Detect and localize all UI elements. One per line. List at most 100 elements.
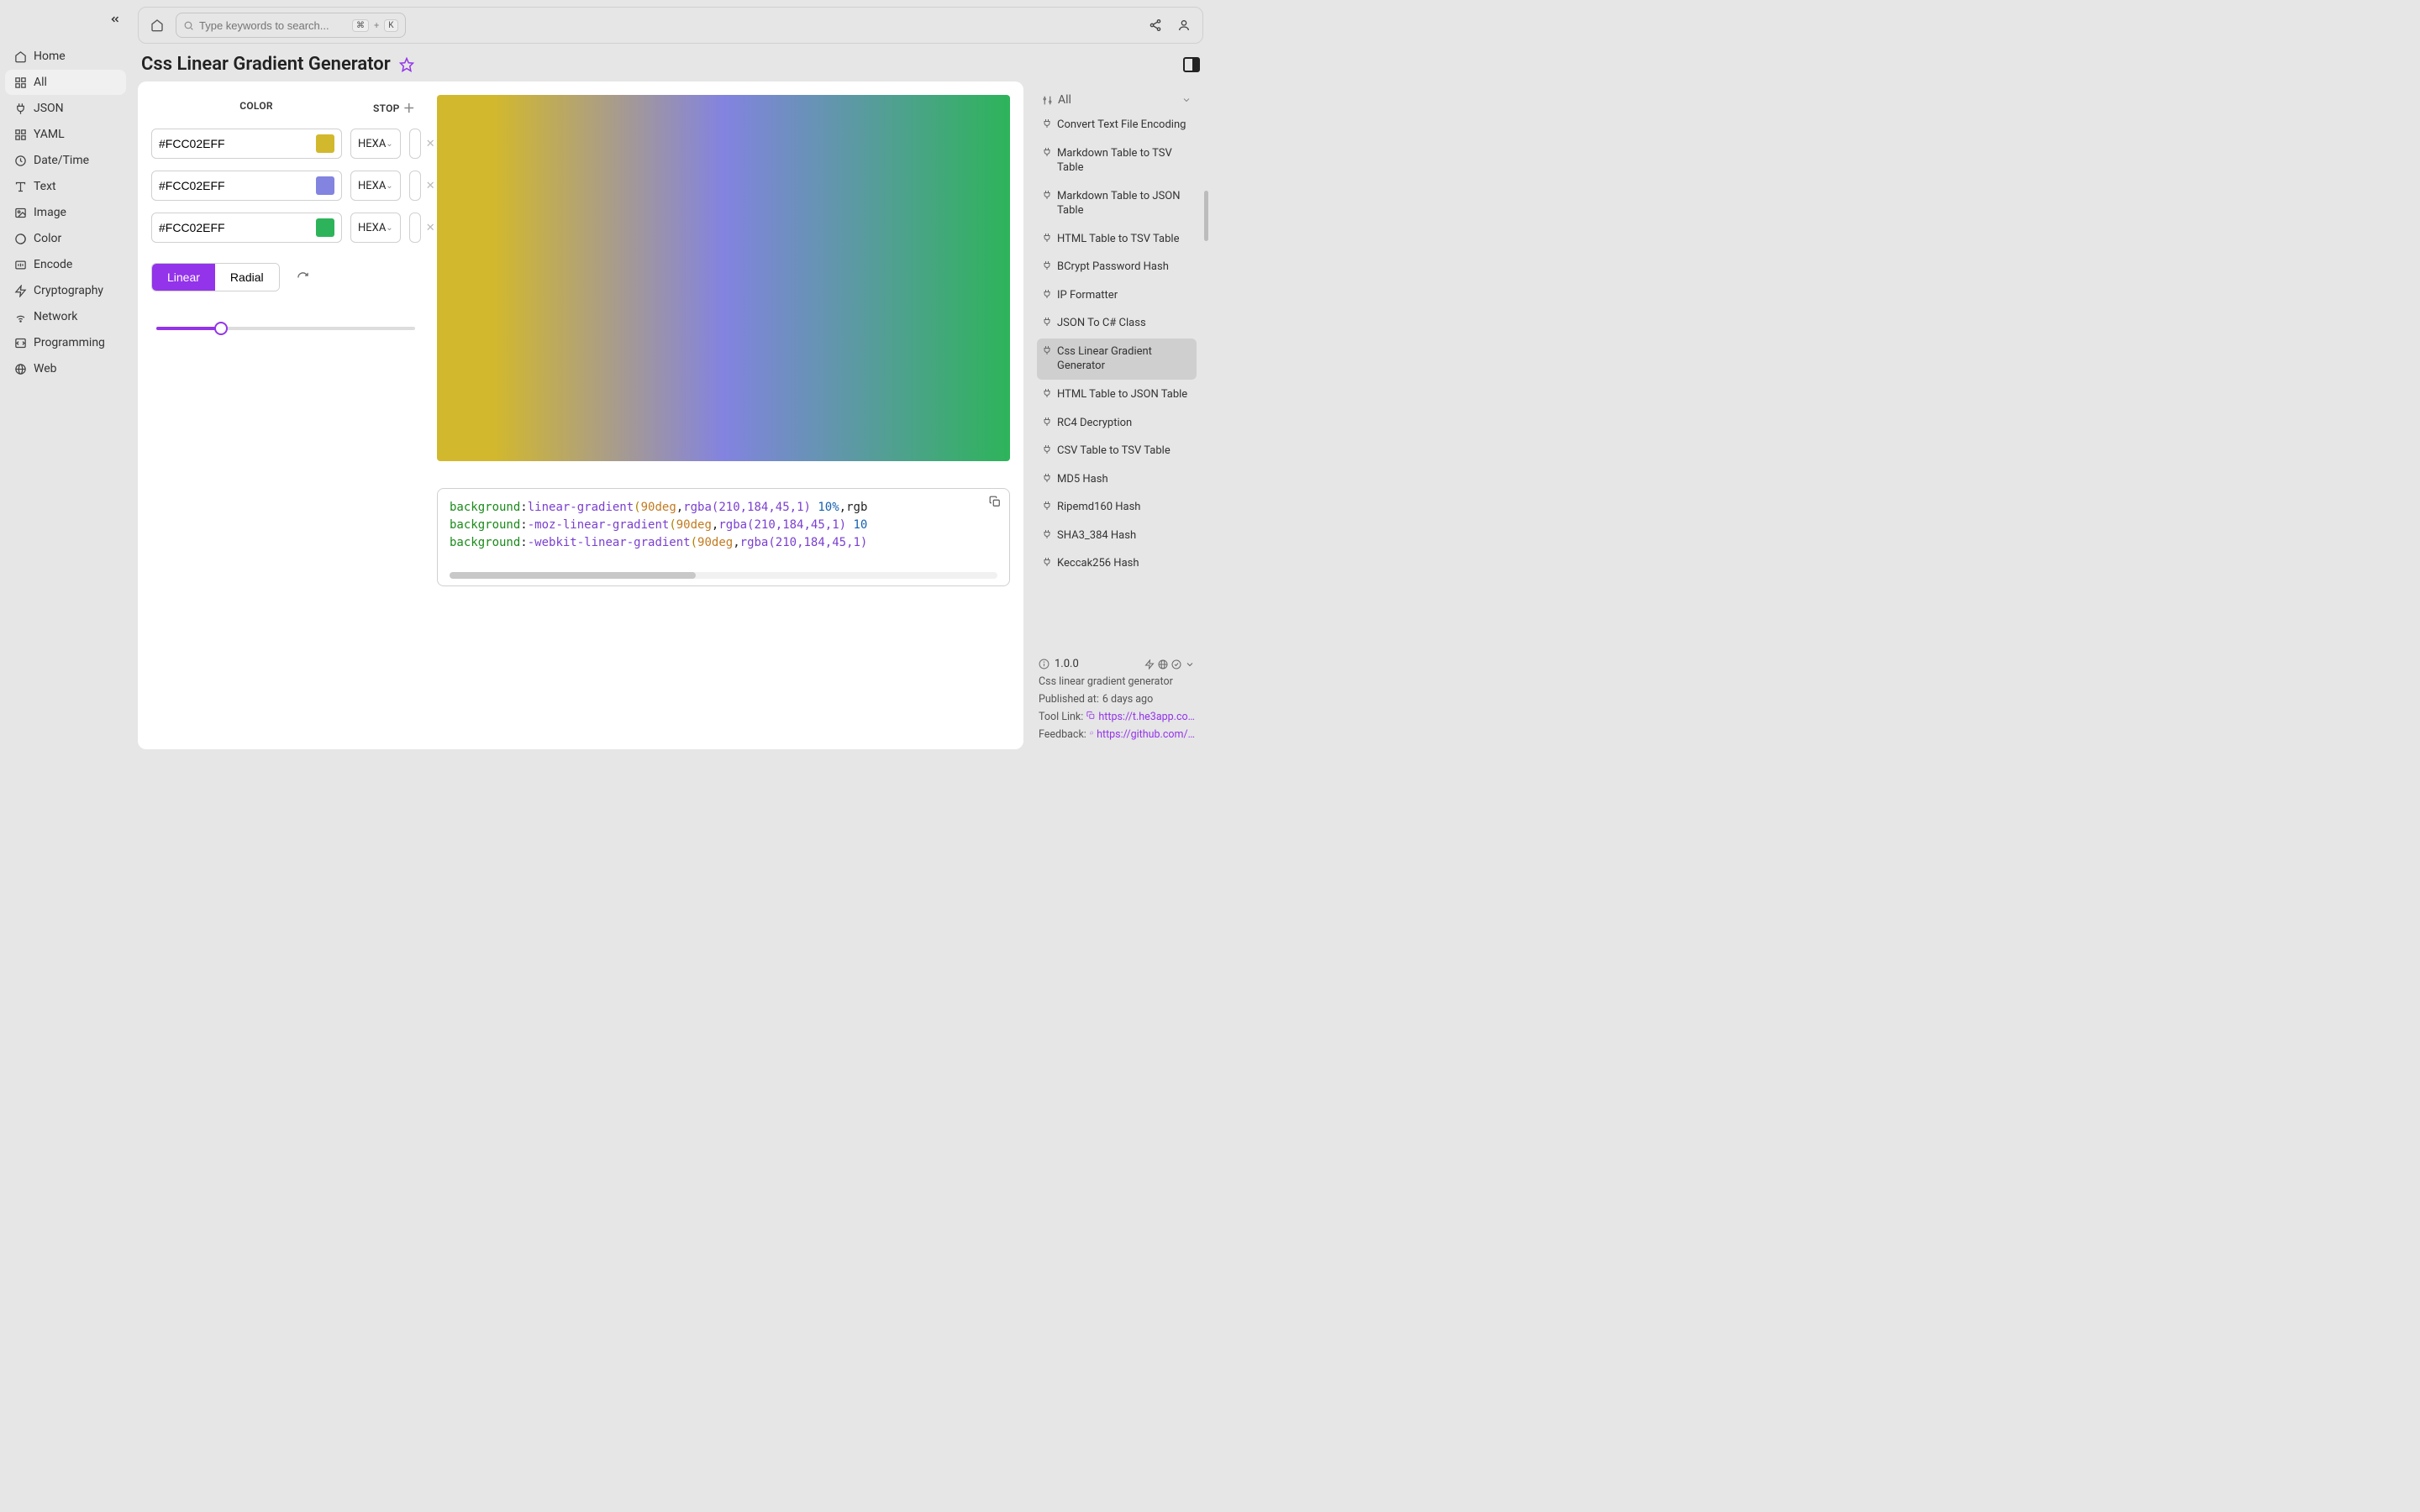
code-horizontal-scrollbar[interactable]: [450, 572, 997, 579]
rail-item-label: RC4 Decryption: [1057, 416, 1132, 431]
sidebar-item-programming[interactable]: Programming: [5, 330, 126, 355]
sidebar-item-label: All: [34, 76, 47, 89]
css-output: background:linear-gradient(90deg,rgba(21…: [437, 488, 1010, 586]
slider-thumb[interactable]: [214, 322, 228, 335]
home-button[interactable]: [147, 15, 167, 35]
check-circle-icon: [1171, 659, 1181, 669]
sidebar-item-network[interactable]: Network: [5, 304, 126, 329]
sidebar-item-date-time[interactable]: Date/Time: [5, 148, 126, 173]
color-swatch[interactable]: [316, 218, 334, 237]
code-line-1: background:linear-gradient(90deg,rgba(21…: [450, 499, 997, 517]
chevron-down-icon: [1181, 95, 1192, 105]
rail-item[interactable]: IP Formatter: [1037, 282, 1197, 309]
sidebar-item-encode[interactable]: Encode: [5, 252, 126, 277]
rail-item[interactable]: HTML Table to TSV Table: [1037, 226, 1197, 253]
color-hex-input[interactable]: [151, 171, 342, 201]
rail-item[interactable]: Signed Binary Converter: [1037, 579, 1197, 582]
refresh-icon[interactable]: [297, 271, 309, 284]
toollink-value[interactable]: https://t.he3app.co…: [1098, 711, 1195, 723]
profile-icon[interactable]: [1174, 15, 1194, 35]
rail-item[interactable]: Keccak256 Hash: [1037, 550, 1197, 577]
delete-row-icon[interactable]: ✕: [426, 138, 435, 150]
main-panel: COLOR STOP ＋ HEXA⌄✕HEXA⌄✕HEXA⌄✕ Linear R…: [138, 81, 1023, 749]
sidebar-item-color[interactable]: Color: [5, 226, 126, 251]
page-title: Css Linear Gradient Generator: [141, 54, 391, 75]
hex-field[interactable]: [159, 221, 311, 234]
rail-item[interactable]: MD5 Hash: [1037, 466, 1197, 493]
sidebar-item-yaml[interactable]: YAML: [5, 122, 126, 147]
chevron-down-icon: ⌄: [386, 139, 392, 149]
color-swatch[interactable]: [316, 176, 334, 195]
angle-slider[interactable]: [151, 320, 420, 337]
rail-item[interactable]: Convert Text File Encoding: [1037, 112, 1197, 139]
copy-icon[interactable]: [989, 496, 1001, 507]
rail-item[interactable]: Ripemd160 Hash: [1037, 494, 1197, 521]
rail-item[interactable]: Markdown Table to JSON Table: [1037, 183, 1197, 224]
feedback-icon[interactable]: [1090, 728, 1093, 738]
image-icon: [13, 206, 27, 219]
feedback-value[interactable]: https://github.com/…: [1097, 728, 1195, 741]
home-icon: [13, 50, 27, 63]
color-format-select[interactable]: HEXA⌄: [350, 129, 401, 159]
text-icon: [13, 180, 27, 193]
color-icon: [13, 232, 27, 245]
mode-radial-button[interactable]: Radial: [215, 264, 279, 291]
delete-row-icon[interactable]: ✕: [426, 180, 435, 192]
color-format-select[interactable]: HEXA⌄: [350, 213, 401, 243]
format-value: HEXA: [358, 222, 386, 234]
sidebar-item-web[interactable]: Web: [5, 356, 126, 381]
sidebar-item-text[interactable]: Text: [5, 174, 126, 199]
delete-row-icon[interactable]: ✕: [426, 222, 435, 234]
color-swatch[interactable]: [316, 134, 334, 153]
rail-category-dropdown[interactable]: All: [1037, 88, 1197, 112]
favorite-star-icon[interactable]: [399, 57, 414, 72]
stop-input[interactable]: [409, 213, 421, 243]
stop-input[interactable]: [409, 171, 421, 201]
format-value: HEXA: [358, 180, 386, 192]
sidebar-item-home[interactable]: Home: [5, 44, 126, 69]
rail-item[interactable]: Css Linear Gradient Generator: [1037, 339, 1197, 380]
sidebar-item-all[interactable]: All: [5, 70, 126, 95]
add-stop-icon[interactable]: ＋: [403, 100, 415, 117]
rail-item-label: Ripemd160 Hash: [1057, 500, 1140, 515]
search-box[interactable]: ⌘ + K: [176, 13, 406, 38]
rail-item[interactable]: CSV Table to TSV Table: [1037, 438, 1197, 465]
rail-item[interactable]: BCrypt Password Hash: [1037, 254, 1197, 281]
sidebar-item-image[interactable]: Image: [5, 200, 126, 225]
rail-item[interactable]: SHA3_384 Hash: [1037, 522, 1197, 549]
search-input[interactable]: [199, 19, 347, 32]
copy-link-icon[interactable]: [1086, 711, 1095, 720]
stop-input[interactable]: [409, 129, 421, 159]
share-icon[interactable]: [1145, 15, 1165, 35]
chevron-down-icon: ⌄: [386, 181, 392, 191]
globe-icon: [1158, 659, 1168, 669]
rail-item[interactable]: RC4 Decryption: [1037, 410, 1197, 437]
layout-toggle-icon[interactable]: [1183, 57, 1200, 72]
toollink-label: Tool Link:: [1039, 711, 1083, 723]
color-format-select[interactable]: HEXA⌄: [350, 171, 401, 201]
color-hex-input[interactable]: [151, 129, 342, 159]
tool-info-box: 1.0.0 Css linear gradient generator Publ…: [1030, 649, 1203, 749]
rail-item-label: Keccak256 Hash: [1057, 556, 1139, 571]
rail-scrollbar[interactable]: [1204, 191, 1208, 241]
bolt-icon: [1144, 659, 1155, 669]
rail-item[interactable]: JSON To C# Class: [1037, 310, 1197, 337]
sidebar-item-cryptography[interactable]: Cryptography: [5, 278, 126, 303]
sidebar-item-json[interactable]: JSON: [5, 96, 126, 121]
shortcut-cmd: ⌘: [352, 19, 369, 32]
hex-field[interactable]: [159, 137, 311, 150]
rail-item[interactable]: HTML Table to JSON Table: [1037, 381, 1197, 408]
rail-item[interactable]: Markdown Table to TSV Table: [1037, 140, 1197, 181]
sidebar-item-label: Image: [34, 206, 66, 219]
rail-item-label: HTML Table to TSV Table: [1057, 232, 1179, 247]
chevron-down-icon[interactable]: [1185, 659, 1195, 669]
globe-icon: [13, 362, 27, 375]
collapse-sidebar-icon[interactable]: [109, 13, 121, 25]
tools-rail: All Convert Text File EncodingMarkdown T…: [1030, 81, 1203, 643]
mode-linear-button[interactable]: Linear: [152, 264, 215, 291]
feedback-label: Feedback:: [1039, 728, 1086, 741]
sidebar-item-label: Color: [34, 232, 61, 245]
rail-item-label: CSV Table to TSV Table: [1057, 444, 1171, 459]
color-hex-input[interactable]: [151, 213, 342, 243]
hex-field[interactable]: [159, 179, 311, 192]
